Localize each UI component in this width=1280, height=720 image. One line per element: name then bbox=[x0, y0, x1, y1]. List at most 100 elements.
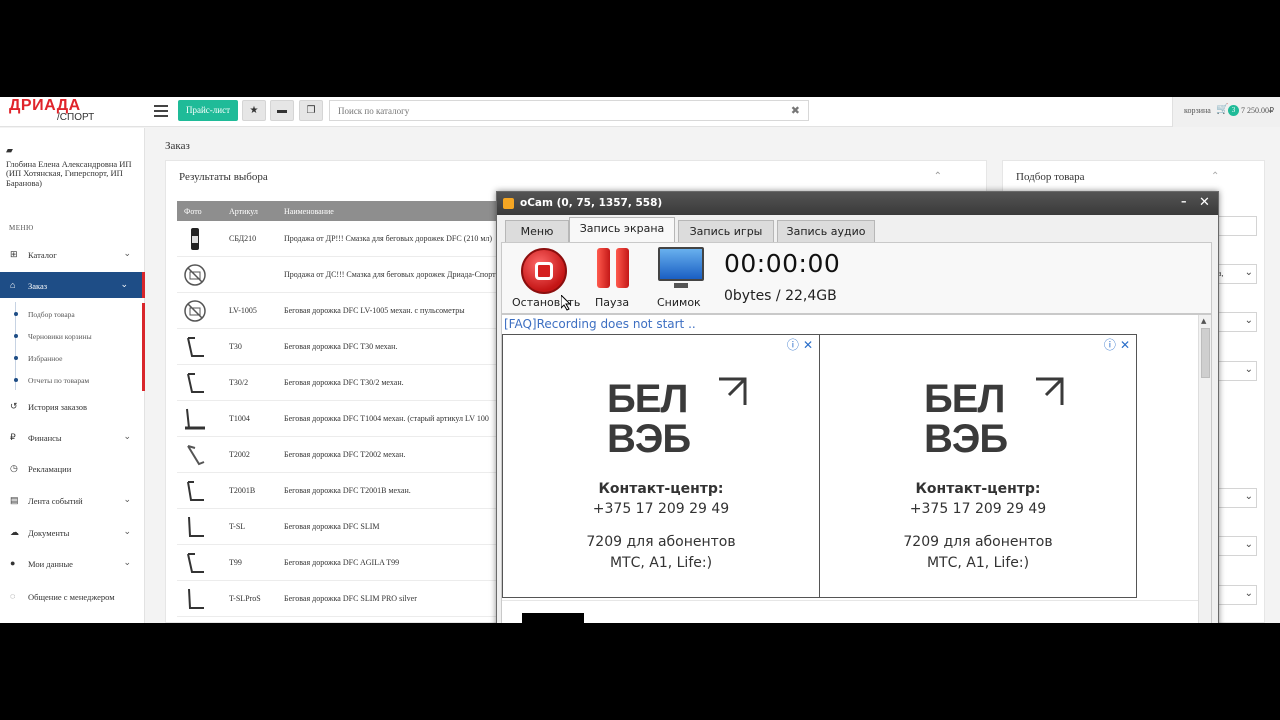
article-cell: T-SLProS bbox=[229, 594, 261, 603]
recording-size: 0bytes / 22,4GB bbox=[724, 288, 837, 304]
sidebar-item-label: Заказ bbox=[28, 281, 48, 291]
user-icon: ● bbox=[10, 558, 16, 568]
filter-field[interactable] bbox=[1213, 216, 1257, 236]
collapse-icon[interactable]: ⌃ bbox=[934, 171, 942, 182]
filter-select[interactable]: ⌄ bbox=[1213, 536, 1257, 556]
cart[interactable]: корзина 🛒 3 7 250.00₽ bbox=[1172, 97, 1280, 127]
column-header-article[interactable]: Артикул bbox=[229, 207, 258, 216]
home-icon: ⌂ bbox=[10, 280, 16, 290]
menu-header: МЕНЮ bbox=[9, 224, 34, 232]
name-cell: Беговая дорожка DFC T30/2 механ. bbox=[284, 378, 404, 387]
filter-select[interactable]: ⌄ bbox=[1213, 585, 1257, 605]
scrollbar-thumb[interactable] bbox=[1201, 328, 1210, 378]
treadmill-photo bbox=[183, 478, 207, 504]
star-icon: ★ bbox=[249, 105, 259, 116]
column-header-photo[interactable]: Фото bbox=[184, 207, 202, 216]
chevron-down-icon: ⌄ bbox=[1244, 588, 1253, 599]
sidebar-item-events[interactable]: ▤ Лента событий ⌄ bbox=[0, 487, 145, 513]
sidebar-subitem-product-selection[interactable]: Подбор товара bbox=[0, 303, 145, 325]
history-icon: ↺ bbox=[10, 401, 18, 411]
tab-audio-recording[interactable]: Запись аудио bbox=[777, 220, 875, 243]
tab-game-recording[interactable]: Запись игры bbox=[678, 220, 774, 243]
column-header-name[interactable]: Наименование bbox=[284, 207, 334, 216]
contact-title: Контакт-центр: bbox=[598, 481, 724, 497]
scroll-up-icon[interactable]: ▲ bbox=[1201, 317, 1206, 325]
ocam-app-icon bbox=[503, 198, 514, 209]
ad-banner[interactable]: ⓘ ✕ БЕЛ ВЭБ Контакт-центр: +375 17 209 29… bbox=[819, 334, 1137, 598]
sidebar-subitem-cart-drafts[interactable]: Черновики корзины bbox=[0, 325, 145, 347]
ocam-title-bar[interactable]: oCam (0, 75, 1357, 558) – ✕ bbox=[497, 192, 1218, 215]
arrow-icon bbox=[1036, 377, 1064, 405]
close-button[interactable]: ✕ bbox=[1199, 195, 1210, 210]
search-input[interactable] bbox=[330, 101, 780, 120]
article-cell: T-SL bbox=[229, 522, 246, 531]
article-cell: T30 bbox=[229, 342, 242, 351]
name-cell: Беговая дорожка DFC T1004 механ. (старый… bbox=[284, 414, 489, 423]
copy-button[interactable]: ❐ bbox=[299, 100, 323, 121]
operators: МТС, А1, Life:) bbox=[609, 555, 713, 571]
arrow-icon bbox=[719, 377, 747, 405]
clock-icon: ◷ bbox=[10, 463, 18, 473]
snapshot-button[interactable]: Снимок bbox=[648, 243, 712, 315]
collapse-icon[interactable]: ⌃ bbox=[1211, 171, 1219, 182]
brand-logo: БЕЛ ВЭБ bbox=[607, 377, 747, 469]
ad-info-icon[interactable]: ⓘ ✕ bbox=[1104, 336, 1130, 353]
tab-menu[interactable]: Меню bbox=[505, 220, 569, 243]
recording-timer: 00:00:00 bbox=[724, 249, 841, 278]
sidebar-item-finance[interactable]: ₽ Финансы ⌄ bbox=[0, 424, 145, 450]
ad-banner[interactable]: ⓘ ✕ БЕЛ ВЭБ Контакт-центр: +375 17 209 29… bbox=[502, 334, 820, 598]
folder-button[interactable]: ▬ bbox=[270, 100, 294, 121]
filter-select[interactable]: а, ⌄ bbox=[1213, 264, 1257, 284]
filter-select[interactable]: ⌄ bbox=[1213, 488, 1257, 508]
black-block bbox=[522, 613, 584, 623]
hamburger-icon[interactable] bbox=[154, 105, 168, 117]
briefcase-icon: ▰ bbox=[6, 145, 13, 155]
chevron-down-icon: ⌄ bbox=[123, 526, 131, 536]
price-list-button[interactable]: Прайс-лист bbox=[178, 100, 238, 121]
user-name: Глобина Елена Александровна ИП (ИП Хотян… bbox=[6, 158, 132, 188]
sidebar-item-label: Лента событий bbox=[28, 496, 83, 506]
brand-text: ВЭБ bbox=[924, 417, 1008, 461]
pause-button[interactable]: Пауза bbox=[584, 243, 644, 315]
ad-info-icon[interactable]: ⓘ ✕ bbox=[787, 336, 813, 353]
logo[interactable]: ДРИАДА /СПОРТ bbox=[9, 98, 109, 124]
faq-link[interactable]: [FAQ]Recording does not start .. bbox=[504, 317, 696, 331]
chevron-down-icon: ⌄ bbox=[123, 431, 131, 441]
sidebar-item-label: Документы bbox=[28, 528, 70, 538]
sidebar-subitem-favorites[interactable]: Избранное bbox=[0, 347, 145, 369]
sidebar-item-label: Каталог bbox=[28, 250, 57, 260]
treadmill-photo bbox=[183, 586, 207, 612]
sidebar-item-documents[interactable]: ☁ Документы ⌄ bbox=[0, 519, 145, 545]
sidebar-item-order[interactable]: ⌂ Заказ ⌄ bbox=[0, 272, 145, 298]
contact-phone: +375 17 209 29 49 bbox=[592, 501, 730, 517]
sidebar-item-chat-manager[interactable]: ◌ Общение с менеджером bbox=[0, 583, 145, 609]
chevron-down-icon: ⌄ bbox=[120, 279, 128, 289]
scrollbar[interactable]: ▲ bbox=[1198, 315, 1211, 623]
sidebar-item-claims[interactable]: ◷ Рекламации bbox=[0, 455, 145, 481]
sidebar-item-my-data[interactable]: ● Мои данные ⌄ bbox=[0, 550, 145, 576]
sidebar: ▰ Глобина Елена Александровна ИП (ИП Хот… bbox=[0, 128, 145, 623]
clear-search-icon[interactable]: ✖ bbox=[791, 104, 800, 117]
stop-record-icon bbox=[521, 248, 567, 294]
sidebar-subitem-product-reports[interactable]: Отчеты по товарам bbox=[0, 369, 145, 391]
filter-select[interactable]: ⌄ bbox=[1213, 361, 1257, 381]
sidebar-item-order-history[interactable]: ↺ История заказов bbox=[0, 393, 145, 419]
favorites-button[interactable]: ★ bbox=[242, 100, 266, 121]
treadmill-photo bbox=[183, 370, 207, 396]
pause-icon-bar bbox=[616, 248, 629, 288]
name-cell: Беговая дорожка DFC LV-1005 механ. с пул… bbox=[284, 306, 465, 315]
filter-select[interactable]: ⌄ bbox=[1213, 312, 1257, 332]
chevron-down-icon: ⌄ bbox=[1244, 539, 1253, 550]
minimize-button[interactable]: – bbox=[1181, 195, 1187, 208]
name-cell: Беговая дорожка DFC SLIM PRO silver bbox=[284, 594, 417, 603]
chevron-down-icon: ⌄ bbox=[1244, 315, 1253, 326]
sidebar-item-catalog[interactable]: ⊞ Каталог ⌄ bbox=[0, 241, 145, 267]
name-cell: Беговая дорожка DFC SLIM bbox=[284, 522, 380, 531]
cart-icon: 🛒 bbox=[1216, 104, 1229, 115]
short-number: 7209 для абонентов bbox=[586, 534, 736, 550]
tab-screen-recording[interactable]: Запись экрана bbox=[569, 217, 675, 243]
chevron-down-icon: ⌄ bbox=[1244, 491, 1253, 502]
article-cell: T2001B bbox=[229, 486, 256, 495]
chevron-down-icon: ⌄ bbox=[123, 557, 131, 567]
treadmill-photo bbox=[183, 442, 207, 468]
